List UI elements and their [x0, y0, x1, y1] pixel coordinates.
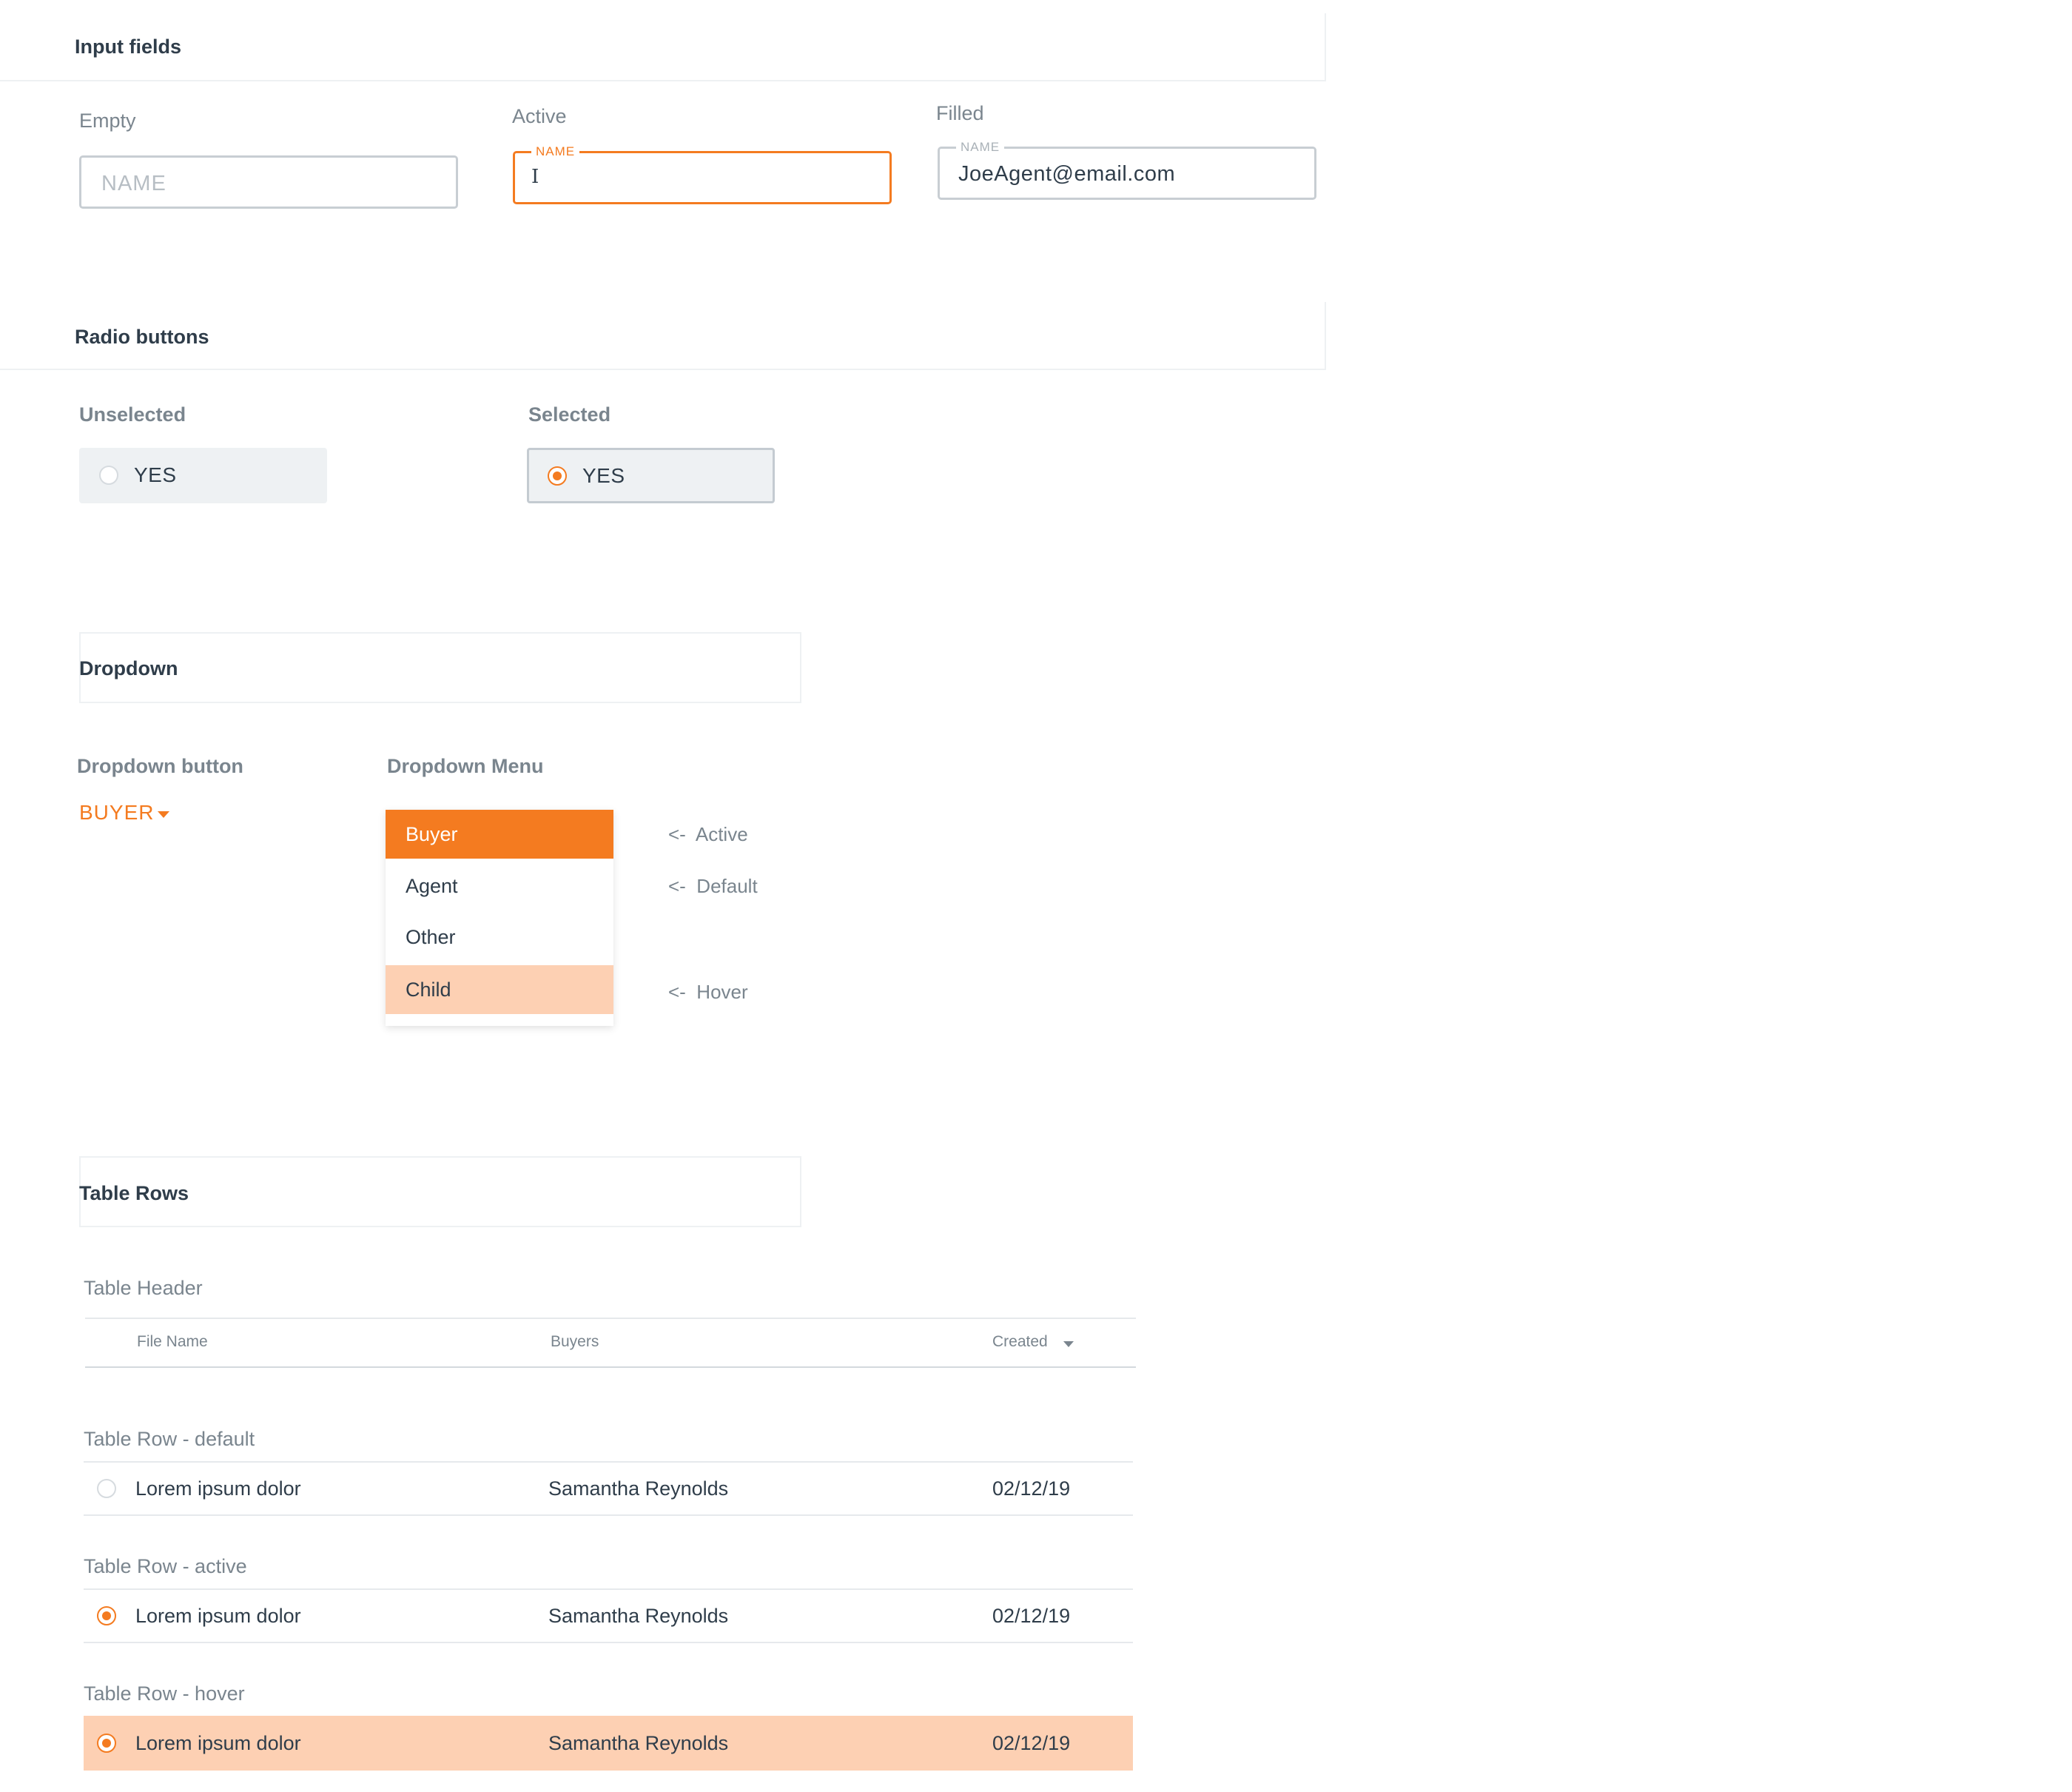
table-row-hover-label: Table Row - hover [84, 1682, 245, 1705]
name-input-active[interactable]: NAME I [513, 144, 892, 204]
annotation-active: <- Active [668, 823, 748, 845]
row-buyer: Samantha Reynolds [548, 1732, 729, 1754]
row-buyer: Samantha Reynolds [548, 1605, 729, 1627]
column-header-buyers[interactable]: Buyers [551, 1333, 599, 1351]
row-file-name: Lorem ipsum dolor [135, 1732, 301, 1754]
dropdown-menu-heading: Dropdown Menu [387, 755, 544, 777]
selected-label: Selected [528, 403, 611, 426]
table-row-divider [84, 1514, 1133, 1516]
input-fields-section-header [0, 13, 1326, 81]
empty-label: Empty [79, 110, 136, 132]
row-file-name: Lorem ipsum dolor [135, 1477, 301, 1500]
table-row-divider [84, 1642, 1133, 1643]
table-row-active[interactable]: Lorem ipsum dolor Samantha Reynolds 02/1… [84, 1590, 1133, 1642]
buyer-dropdown-button[interactable]: BUYER [79, 801, 175, 830]
row-radio-icon [97, 1479, 116, 1498]
table-row-default-label: Table Row - default [84, 1428, 255, 1450]
annotation-default: <- Default [668, 875, 758, 897]
filled-value: JoeAgent@email.com [958, 162, 1176, 186]
row-file-name: Lorem ipsum dolor [135, 1605, 301, 1627]
menu-item-other[interactable]: Other [386, 913, 613, 962]
column-header-created-label: Created [992, 1333, 1048, 1350]
caret-down-icon [158, 811, 169, 818]
unselected-label: Unselected [79, 403, 186, 426]
radio-option-selected[interactable]: YES [527, 448, 775, 503]
dropdown-button-label: BUYER [79, 801, 155, 824]
row-radio-selected-icon [97, 1606, 116, 1625]
row-created: 02/12/19 [992, 1477, 1071, 1500]
filled-label: Filled [936, 102, 984, 124]
dropdown-title: Dropdown [79, 657, 178, 679]
menu-item-buyer[interactable]: Buyer [386, 810, 613, 859]
sort-caret-down-icon [1063, 1341, 1074, 1347]
radio-option-label: YES [582, 464, 625, 487]
dropdown-section-header [79, 632, 801, 703]
row-buyer: Samantha Reynolds [548, 1477, 729, 1500]
name-input-empty[interactable]: NAME [79, 155, 458, 209]
menu-item-agent[interactable]: Agent [386, 862, 613, 910]
table-row-default[interactable]: Lorem ipsum dolor Samantha Reynolds 02/1… [84, 1463, 1133, 1514]
table-header-bottom-divider [85, 1366, 1136, 1368]
table-header-label: Table Header [84, 1277, 203, 1299]
table-header-top-divider [85, 1318, 1136, 1319]
name-input-filled[interactable]: NAME JoeAgent@email.com [938, 140, 1316, 200]
row-radio-selected-icon [97, 1734, 116, 1753]
name-placeholder: NAME [101, 172, 166, 195]
text-cursor-icon: I [531, 166, 539, 188]
radio-option-label: YES [134, 463, 177, 486]
annotation-hover: <- Hover [668, 981, 748, 1003]
radio-buttons-title: Radio buttons [75, 326, 209, 348]
radio-circle-icon [99, 466, 118, 485]
row-created: 02/12/19 [992, 1732, 1071, 1754]
radio-selected-icon [548, 466, 567, 486]
name-floating-label: NAME [531, 144, 580, 159]
input-fields-title: Input fields [75, 36, 181, 58]
dropdown-button-heading: Dropdown button [77, 755, 243, 777]
column-header-file-name[interactable]: File Name [137, 1333, 208, 1351]
table-rows-title: Table Rows [79, 1182, 189, 1204]
active-label: Active [512, 105, 567, 127]
name-floating-label: NAME [956, 140, 1005, 155]
radio-option-unselected[interactable]: YES [79, 448, 327, 503]
dropdown-menu: Buyer Agent Other Child [386, 810, 613, 1026]
column-header-created[interactable]: Created [992, 1333, 1081, 1355]
table-row-hover[interactable]: Lorem ipsum dolor Samantha Reynolds 02/1… [84, 1716, 1133, 1771]
row-created: 02/12/19 [992, 1605, 1071, 1627]
table-row-active-label: Table Row - active [84, 1555, 247, 1577]
menu-item-child[interactable]: Child [386, 965, 613, 1014]
